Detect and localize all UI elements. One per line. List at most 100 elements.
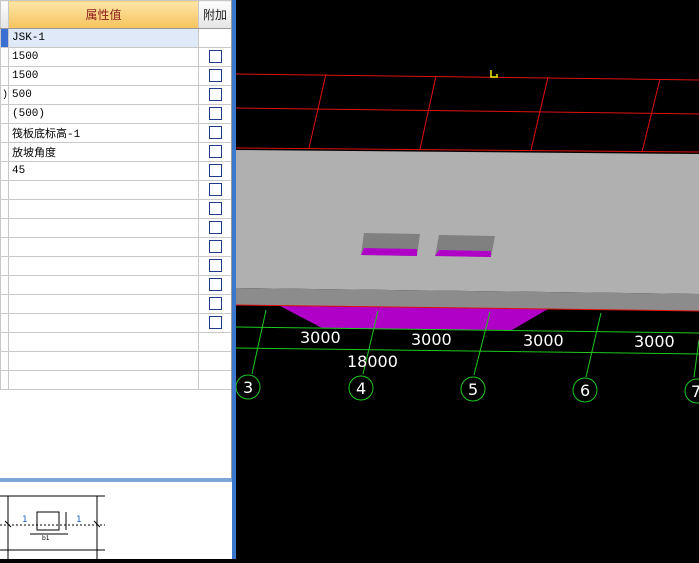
property-value-cell[interactable]: 筏板底标高-1 xyxy=(8,123,199,143)
property-row[interactable] xyxy=(0,218,232,238)
axis-label-6: 6 xyxy=(580,381,590,400)
property-row[interactable] xyxy=(0,332,232,352)
property-value-cell[interactable]: 500 xyxy=(8,85,199,105)
property-value-cell[interactable] xyxy=(8,351,199,371)
add-checkbox[interactable] xyxy=(208,221,222,235)
preview-right-label: 1 xyxy=(76,515,82,525)
property-value-cell[interactable]: 放坡角度 xyxy=(8,142,199,162)
property-grid: 属性值 附加 JSK-1 1500 1500) 500 (500) 筏板底标高-1 放坡角度… xyxy=(0,0,232,390)
property-row[interactable] xyxy=(0,351,232,371)
property-value-cell[interactable] xyxy=(8,294,199,314)
row-header[interactable] xyxy=(0,370,9,390)
add-cell xyxy=(198,85,232,105)
property-value-cell[interactable] xyxy=(8,275,199,295)
property-row[interactable] xyxy=(0,180,232,200)
property-value-cell[interactable] xyxy=(8,313,199,333)
add-checkbox[interactable] xyxy=(208,50,222,64)
add-checkbox[interactable] xyxy=(208,107,222,121)
add-cell xyxy=(198,275,232,295)
add-cell xyxy=(198,218,232,238)
property-row[interactable]: ) 500 xyxy=(0,85,232,105)
axis-label-7: 7 xyxy=(691,382,699,401)
property-row[interactable]: JSK-1 xyxy=(0,28,232,48)
row-header[interactable] xyxy=(0,66,9,86)
slab-top-face xyxy=(236,150,699,294)
add-checkbox[interactable] xyxy=(208,259,222,273)
row-header[interactable] xyxy=(0,351,9,371)
row-header[interactable] xyxy=(0,218,9,238)
add-checkbox[interactable] xyxy=(208,164,222,178)
header-add[interactable]: 附加 xyxy=(198,0,232,29)
header-property-value[interactable]: 属性值 xyxy=(8,0,199,29)
add-cell xyxy=(198,142,232,162)
add-checkbox[interactable] xyxy=(208,297,222,311)
row-header[interactable] xyxy=(0,294,9,314)
property-value-cell[interactable]: 45 xyxy=(8,161,199,181)
section-preview-drawing: 1 1 b1 xyxy=(0,495,105,559)
3d-viewport[interactable]: 3000 3000 3000 3000 18000 3 4 5 6 7 xyxy=(232,0,699,559)
add-checkbox[interactable] xyxy=(208,316,222,330)
add-checkbox[interactable] xyxy=(208,183,222,197)
add-cell xyxy=(198,199,232,219)
add-checkbox[interactable] xyxy=(208,240,222,254)
property-row[interactable] xyxy=(0,256,232,276)
property-row[interactable]: (500) xyxy=(0,104,232,124)
property-value-cell[interactable] xyxy=(8,180,199,200)
property-value-cell[interactable]: 1500 xyxy=(8,47,199,67)
total-dimension: 18000 xyxy=(347,352,398,371)
cursor-marker xyxy=(490,70,498,78)
row-header[interactable] xyxy=(0,28,9,48)
property-panel: 属性值 附加 JSK-1 1500 1500) 500 (500) 筏板底标高-1 放坡角度… xyxy=(0,0,232,559)
property-value-cell[interactable] xyxy=(8,370,199,390)
add-checkbox[interactable] xyxy=(208,88,222,102)
row-header[interactable] xyxy=(0,180,9,200)
property-value-cell[interactable] xyxy=(8,332,199,352)
property-row[interactable]: 1500 xyxy=(0,47,232,67)
row-header[interactable] xyxy=(0,123,9,143)
add-checkbox[interactable] xyxy=(208,126,222,140)
row-header[interactable] xyxy=(0,161,9,181)
add-cell xyxy=(198,123,232,143)
property-value-cell[interactable]: (500) xyxy=(8,104,199,124)
upper-grid xyxy=(235,73,699,153)
add-checkbox[interactable] xyxy=(208,278,222,292)
row-header[interactable] xyxy=(0,47,9,67)
property-row[interactable] xyxy=(0,237,232,257)
property-value-cell[interactable] xyxy=(8,237,199,257)
add-cell xyxy=(198,28,232,48)
add-checkbox[interactable] xyxy=(208,202,222,216)
property-value-cell[interactable] xyxy=(8,256,199,276)
row-header[interactable] xyxy=(0,332,9,352)
property-row[interactable] xyxy=(0,294,232,314)
add-cell xyxy=(198,237,232,257)
property-row[interactable] xyxy=(0,313,232,333)
add-checkbox[interactable] xyxy=(208,145,222,159)
row-header[interactable] xyxy=(0,275,9,295)
add-cell xyxy=(198,313,232,333)
row-header[interactable] xyxy=(0,237,9,257)
property-row[interactable]: 放坡角度 xyxy=(0,142,232,162)
dimension-2: 3000 xyxy=(411,330,452,349)
row-header[interactable] xyxy=(0,199,9,219)
row-header[interactable] xyxy=(0,313,9,333)
row-header[interactable]: ) xyxy=(0,85,9,105)
row-header[interactable] xyxy=(0,256,9,276)
add-cell xyxy=(198,256,232,276)
property-value-cell[interactable]: 1500 xyxy=(8,66,199,86)
property-row[interactable]: 45 xyxy=(0,161,232,181)
property-value-cell[interactable] xyxy=(8,218,199,238)
property-row[interactable]: 筏板底标高-1 xyxy=(0,123,232,143)
viewport-canvas[interactable]: 3000 3000 3000 3000 18000 3 4 5 6 7 xyxy=(232,0,699,559)
dimension-1: 3000 xyxy=(300,328,341,347)
axis-label-5: 5 xyxy=(468,380,478,399)
property-row[interactable] xyxy=(0,275,232,295)
property-row[interactable] xyxy=(0,370,232,390)
property-value-cell[interactable]: JSK-1 xyxy=(8,28,199,48)
add-checkbox[interactable] xyxy=(208,69,222,83)
property-row[interactable] xyxy=(0,199,232,219)
add-cell xyxy=(198,66,232,86)
row-header[interactable] xyxy=(0,104,9,124)
property-value-cell[interactable] xyxy=(8,199,199,219)
row-header[interactable] xyxy=(0,142,9,162)
property-row[interactable]: 1500 xyxy=(0,66,232,86)
